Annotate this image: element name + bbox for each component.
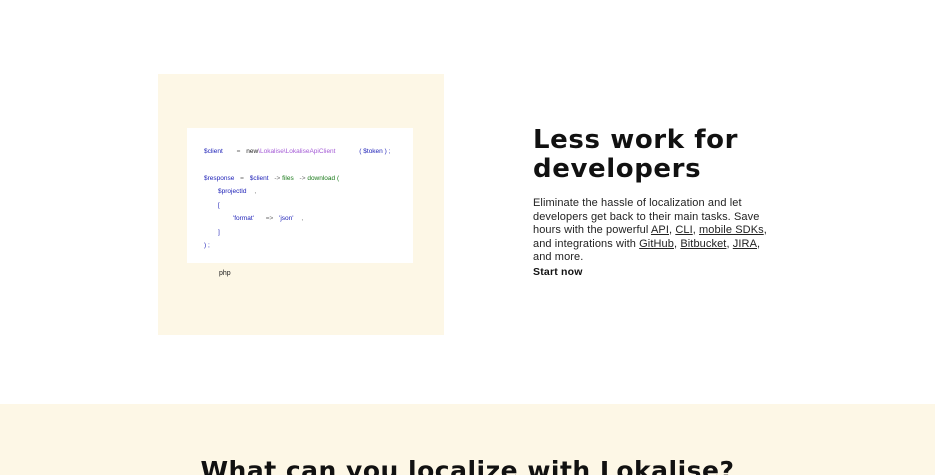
mobile-sdks-link[interactable]: mobile SDKs [699,224,764,236]
cli-link[interactable]: CLI [675,224,692,236]
section-title: Less work for developers [533,126,738,184]
code-line-4: [ [218,202,220,209]
code-line-2: $response = $client -> files -> download… [204,175,340,182]
code-sample-card: $client = new\Lokalise\LokaliseApiClient… [187,128,413,263]
code-language-label: php [219,270,231,277]
code-sample-panel: $client = new\Lokalise\LokaliseApiClient… [158,74,444,335]
code-line-7: ) ; [204,242,210,249]
jira-link[interactable]: JIRA [733,238,757,250]
section-title-line-2: developers [533,154,702,184]
code-line-3: $projectId , [218,188,257,195]
code-line-1: $client = new\Lokalise\LokaliseApiClient… [204,148,391,155]
next-section-heading: What can you localize with Lokalise? [200,456,735,475]
api-link[interactable]: API [651,224,669,236]
github-link[interactable]: GitHub [639,238,674,250]
bitbucket-link[interactable]: Bitbucket [680,238,726,250]
start-now-link[interactable]: Start now [533,266,583,278]
section-title-line-1: Less work for [533,125,739,155]
section-description: Eliminate the hassle of localization and… [533,197,769,265]
code-line-6: ] [218,229,220,236]
code-line-5: 'format' => 'json' , [233,215,304,222]
next-section-band: What can you localize with Lokalise? [0,404,935,475]
